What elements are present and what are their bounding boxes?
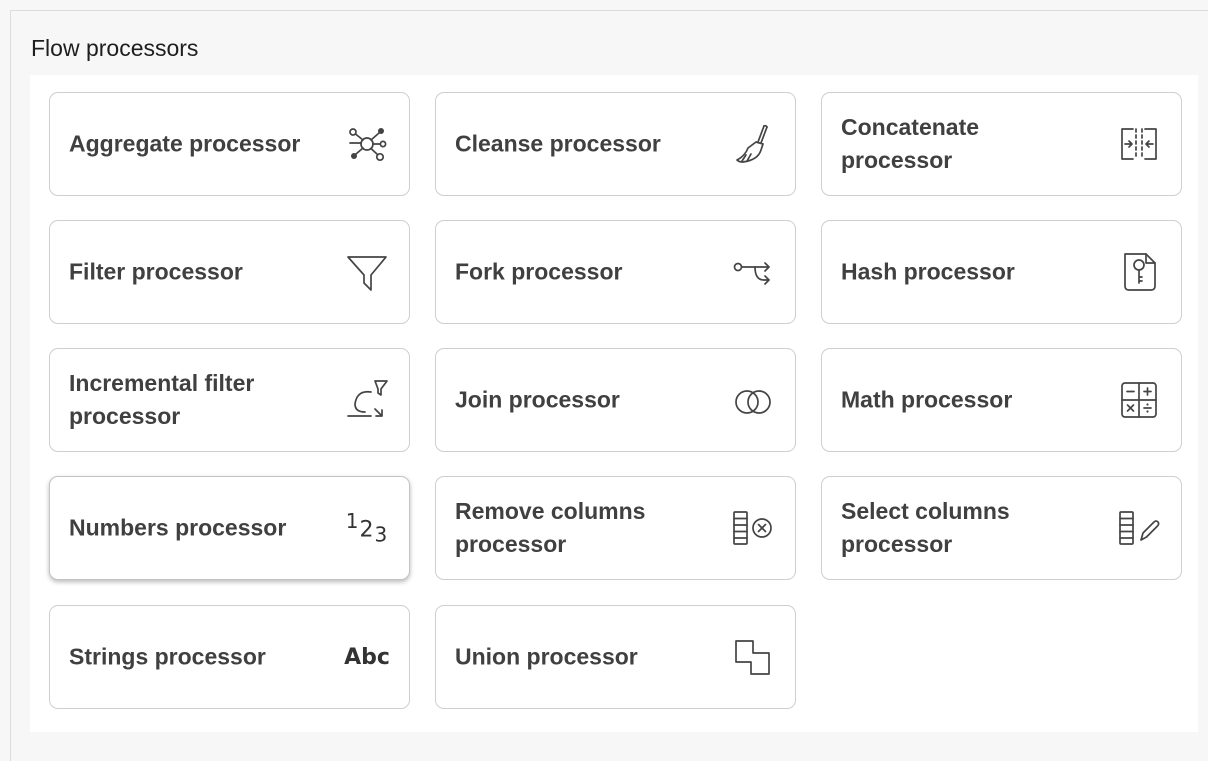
tile-label: Math processor — [841, 386, 1013, 413]
tile-label: Concatenate processor — [841, 114, 980, 173]
tile-label: Select columns processor — [841, 498, 1010, 557]
processor-tile-aggregate[interactable]: Aggregate processor — [49, 92, 410, 196]
tile-label: Filter processor — [69, 258, 243, 285]
processor-tile-hash[interactable]: Hash processor — [821, 220, 1182, 324]
processor-tile-cleanse[interactable]: Cleanse processor — [435, 92, 796, 196]
tile-label: Union processor — [455, 643, 638, 670]
fork-icon — [731, 250, 775, 294]
strings-icon: Abc — [344, 635, 390, 679]
join-circles-icon — [731, 378, 775, 422]
tile-label: Hash processor — [841, 258, 1015, 285]
processor-tile-remove-columns[interactable]: Remove columns processor — [435, 476, 796, 580]
tile-label: Cleanse processor — [455, 130, 661, 157]
processor-tile-filter[interactable]: Filter processor — [49, 220, 410, 324]
processor-tile-select-columns[interactable]: Select columns processor — [821, 476, 1182, 580]
processor-grid: Aggregate processor Cleanse processor Co… — [30, 75, 1198, 732]
tile-label: Join processor — [455, 386, 620, 413]
concatenate-icon — [1117, 122, 1161, 166]
numbers-icon: 123 — [345, 506, 389, 550]
union-icon — [731, 635, 775, 679]
incremental-filter-icon — [345, 378, 389, 422]
processor-tile-incremental-filter[interactable]: Incremental filter processor — [49, 348, 410, 452]
select-columns-icon — [1117, 506, 1161, 550]
tile-label: Remove columns processor — [455, 498, 646, 557]
processor-tile-join[interactable]: Join processor — [435, 348, 796, 452]
tile-label: Numbers processor — [69, 514, 287, 541]
processor-tile-fork[interactable]: Fork processor — [435, 220, 796, 324]
network-icon — [345, 122, 389, 166]
processor-tile-concatenate[interactable]: Concatenate processor — [821, 92, 1182, 196]
key-file-icon — [1117, 250, 1161, 294]
processor-tile-math[interactable]: Math processor — [821, 348, 1182, 452]
processor-tile-union[interactable]: Union processor — [435, 605, 796, 709]
section-title: Flow processors — [31, 35, 199, 61]
tile-label: Incremental filter processor — [69, 370, 255, 429]
tile-label: Strings processor — [69, 643, 266, 670]
processor-tile-strings[interactable]: Strings processor Abc — [49, 605, 410, 709]
funnel-icon — [345, 250, 389, 294]
tile-label: Aggregate processor — [69, 130, 301, 157]
calculator-icon — [1117, 378, 1161, 422]
brush-icon — [731, 122, 775, 166]
numbers-glyph: 123 — [345, 509, 389, 547]
tile-label: Fork processor — [455, 258, 623, 285]
processor-tile-numbers[interactable]: Numbers processor 123 — [49, 476, 410, 580]
strings-glyph: Abc — [344, 644, 390, 670]
remove-columns-icon — [731, 506, 775, 550]
